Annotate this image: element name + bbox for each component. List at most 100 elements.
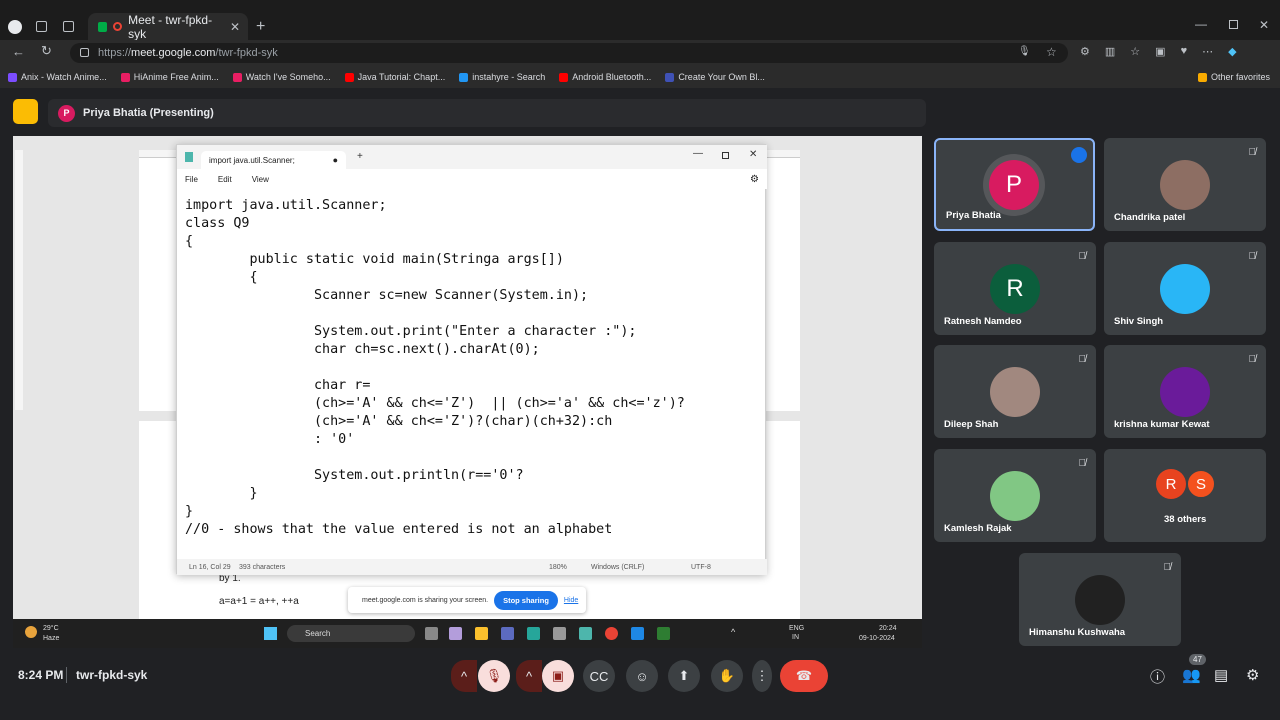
- tray-time[interactable]: 20:24: [879, 625, 897, 632]
- tab-actions-icon[interactable]: [63, 21, 74, 32]
- people-icon[interactable]: 👥: [1182, 666, 1201, 684]
- camera-off-icon: ▣: [551, 668, 565, 683]
- lang-1[interactable]: ENG: [789, 625, 804, 632]
- others-avatar-letter: S: [1195, 475, 1206, 493]
- taskbar-search[interactable]: Search: [287, 625, 415, 642]
- code-line: (ch>='A' && ch<='Z') || (ch>='a' && ch<=…: [185, 396, 685, 411]
- mic-off-icon: 🎙: [485, 668, 503, 683]
- participant-tile[interactable]: 🎙̸ Shiv Singh: [1104, 242, 1266, 335]
- bookmark-item[interactable]: Java Tutorial: Chapt...: [344, 72, 445, 82]
- others-tile[interactable]: R S 38 others: [1104, 449, 1266, 542]
- chrome-icon[interactable]: [605, 627, 618, 640]
- bookmark-item[interactable]: instahyre - Search: [459, 72, 545, 82]
- split-screen-icon[interactable]: ▥: [1105, 45, 1115, 58]
- maximize-window-icon[interactable]: [1229, 20, 1238, 29]
- participant-avatar: R: [990, 264, 1040, 314]
- audio-options-button[interactable]: ^: [451, 660, 477, 692]
- reload-icon[interactable]: ↻: [41, 43, 52, 59]
- participant-tile[interactable]: 🎙̸ Kamlesh Rajak: [934, 449, 1096, 542]
- mic-muted-icon: 🎙̸: [1078, 458, 1087, 469]
- copilot-icon[interactable]: ◆: [1228, 45, 1236, 58]
- profile-icon[interactable]: [8, 20, 22, 34]
- task-view-icon[interactable]: [425, 627, 438, 640]
- notepad-new-tab-icon[interactable]: +: [357, 151, 363, 162]
- site-info-icon[interactable]: [80, 48, 89, 57]
- tab-meet[interactable]: Meet - twr-fpkd-syk ✕: [88, 12, 248, 41]
- chat-icon[interactable]: ▤: [1214, 666, 1228, 684]
- minimize-window-icon[interactable]: —: [1195, 17, 1207, 31]
- leave-call-button[interactable]: ☎: [780, 660, 828, 692]
- tab-title: Meet - twr-fpkd-syk: [128, 12, 213, 41]
- code-line: : '0': [185, 432, 355, 447]
- activities-icon[interactable]: ⚙: [1246, 666, 1259, 684]
- browser-toolbar-icons: ⚙ ▥ ☆ ▣ ♥ ⋯ ◆: [1080, 45, 1237, 58]
- favorites-icon[interactable]: ☆: [1130, 45, 1140, 58]
- edge-icon[interactable]: [527, 627, 540, 640]
- stop-sharing-button[interactable]: Stop sharing: [494, 590, 558, 610]
- participant-tile[interactable]: 🎙̸ R Ratnesh Namdeo: [934, 242, 1096, 335]
- camera-toggle-button[interactable]: ▣: [542, 660, 574, 692]
- store-icon[interactable]: [553, 627, 566, 640]
- mic-toggle-button[interactable]: 🎙: [478, 660, 510, 692]
- hand-icon: ✋: [718, 668, 736, 683]
- unsaved-dot-icon[interactable]: ●: [333, 155, 338, 165]
- participant-tile[interactable]: 🎙̸ krishna kumar Kewat: [1104, 345, 1266, 438]
- notepad-close-icon[interactable]: ✕: [749, 149, 757, 160]
- notepad-settings-icon[interactable]: ⚙: [750, 174, 759, 185]
- extensions-icon[interactable]: ⚙: [1080, 45, 1090, 58]
- captions-button[interactable]: CC: [583, 660, 615, 692]
- windows-start-icon[interactable]: [264, 627, 277, 640]
- lang-2[interactable]: IN: [792, 634, 799, 641]
- favorite-star-icon[interactable]: ☆: [1046, 45, 1057, 59]
- file-explorer-icon[interactable]: [475, 627, 488, 640]
- menu-view[interactable]: View: [252, 175, 269, 184]
- other-favorites[interactable]: Other favorites: [1197, 72, 1270, 82]
- copilot-taskbar-icon[interactable]: [449, 627, 462, 640]
- more-menu-icon[interactable]: ⋯: [1202, 45, 1213, 58]
- bookmark-item[interactable]: Anix - Watch Anime...: [8, 72, 107, 82]
- code-line: //0 - shows that the value entered is no…: [185, 522, 613, 537]
- collections-icon[interactable]: ▣: [1155, 45, 1165, 58]
- hide-banner-link[interactable]: Hide: [564, 597, 578, 604]
- tray-date[interactable]: 09-10-2024: [859, 635, 895, 642]
- teams-icon[interactable]: [501, 627, 514, 640]
- code-editor[interactable]: import java.util.Scanner; class Q9 { publi…: [185, 197, 685, 539]
- bookmark-item[interactable]: Create Your Own Bl...: [665, 72, 765, 82]
- bookmark-item[interactable]: HiAnime Free Anim...: [120, 72, 219, 82]
- browser-essentials-icon[interactable]: ♥: [1181, 45, 1188, 58]
- participant-name: Priya Bhatia: [946, 210, 1001, 221]
- notepad-taskbar-icon[interactable]: [579, 627, 592, 640]
- participant-tile[interactable]: 🎙̸ Dileep Shah: [934, 345, 1096, 438]
- weather-icon[interactable]: [25, 626, 37, 638]
- bookmark-item[interactable]: Android Bluetooth...: [559, 72, 651, 82]
- participant-photo: [1160, 160, 1210, 210]
- notepad-tab[interactable]: import java.util.Scanner; ●: [201, 151, 346, 169]
- workspaces-icon[interactable]: [36, 21, 47, 32]
- new-tab-icon[interactable]: +: [256, 18, 265, 36]
- back-icon[interactable]: ←: [12, 44, 25, 59]
- more-options-button[interactable]: ⋮: [752, 660, 772, 692]
- meeting-info-icon[interactable]: ⓘ: [1150, 666, 1165, 687]
- address-bar[interactable]: https://meet.google.com/twr-fpkd-syk 🎙 ☆: [70, 43, 1068, 63]
- raise-hand-button[interactable]: ✋: [711, 660, 743, 692]
- notepad-minimize-icon[interactable]: —: [693, 148, 703, 159]
- close-window-icon[interactable]: ✕: [1259, 18, 1269, 32]
- excel-icon[interactable]: [657, 627, 670, 640]
- bookmark-item[interactable]: Watch I've Someho...: [232, 72, 331, 82]
- video-options-button[interactable]: ^: [516, 660, 542, 692]
- bookmark-label: Watch I've Someho...: [245, 72, 331, 82]
- close-tab-icon[interactable]: ✕: [230, 20, 240, 34]
- participant-tile[interactable]: 🎙̸ Chandrika patel: [1104, 138, 1266, 231]
- notepad-maximize-icon[interactable]: [722, 152, 729, 159]
- microphone-permission-icon[interactable]: 🎙: [1018, 46, 1031, 57]
- participant-avatar-letter: R: [1006, 275, 1024, 302]
- participant-tile[interactable]: P Priya Bhatia: [934, 138, 1095, 231]
- participant-tile[interactable]: 🎙̸ Himanshu Kushwaha: [1019, 553, 1181, 646]
- word-icon[interactable]: [631, 627, 644, 640]
- tray-chevron-icon[interactable]: ^: [731, 627, 735, 637]
- menu-edit[interactable]: Edit: [218, 175, 232, 184]
- menu-file[interactable]: File: [185, 175, 198, 184]
- reactions-button[interactable]: ☺: [626, 660, 658, 692]
- present-button[interactable]: ⬆: [668, 660, 700, 692]
